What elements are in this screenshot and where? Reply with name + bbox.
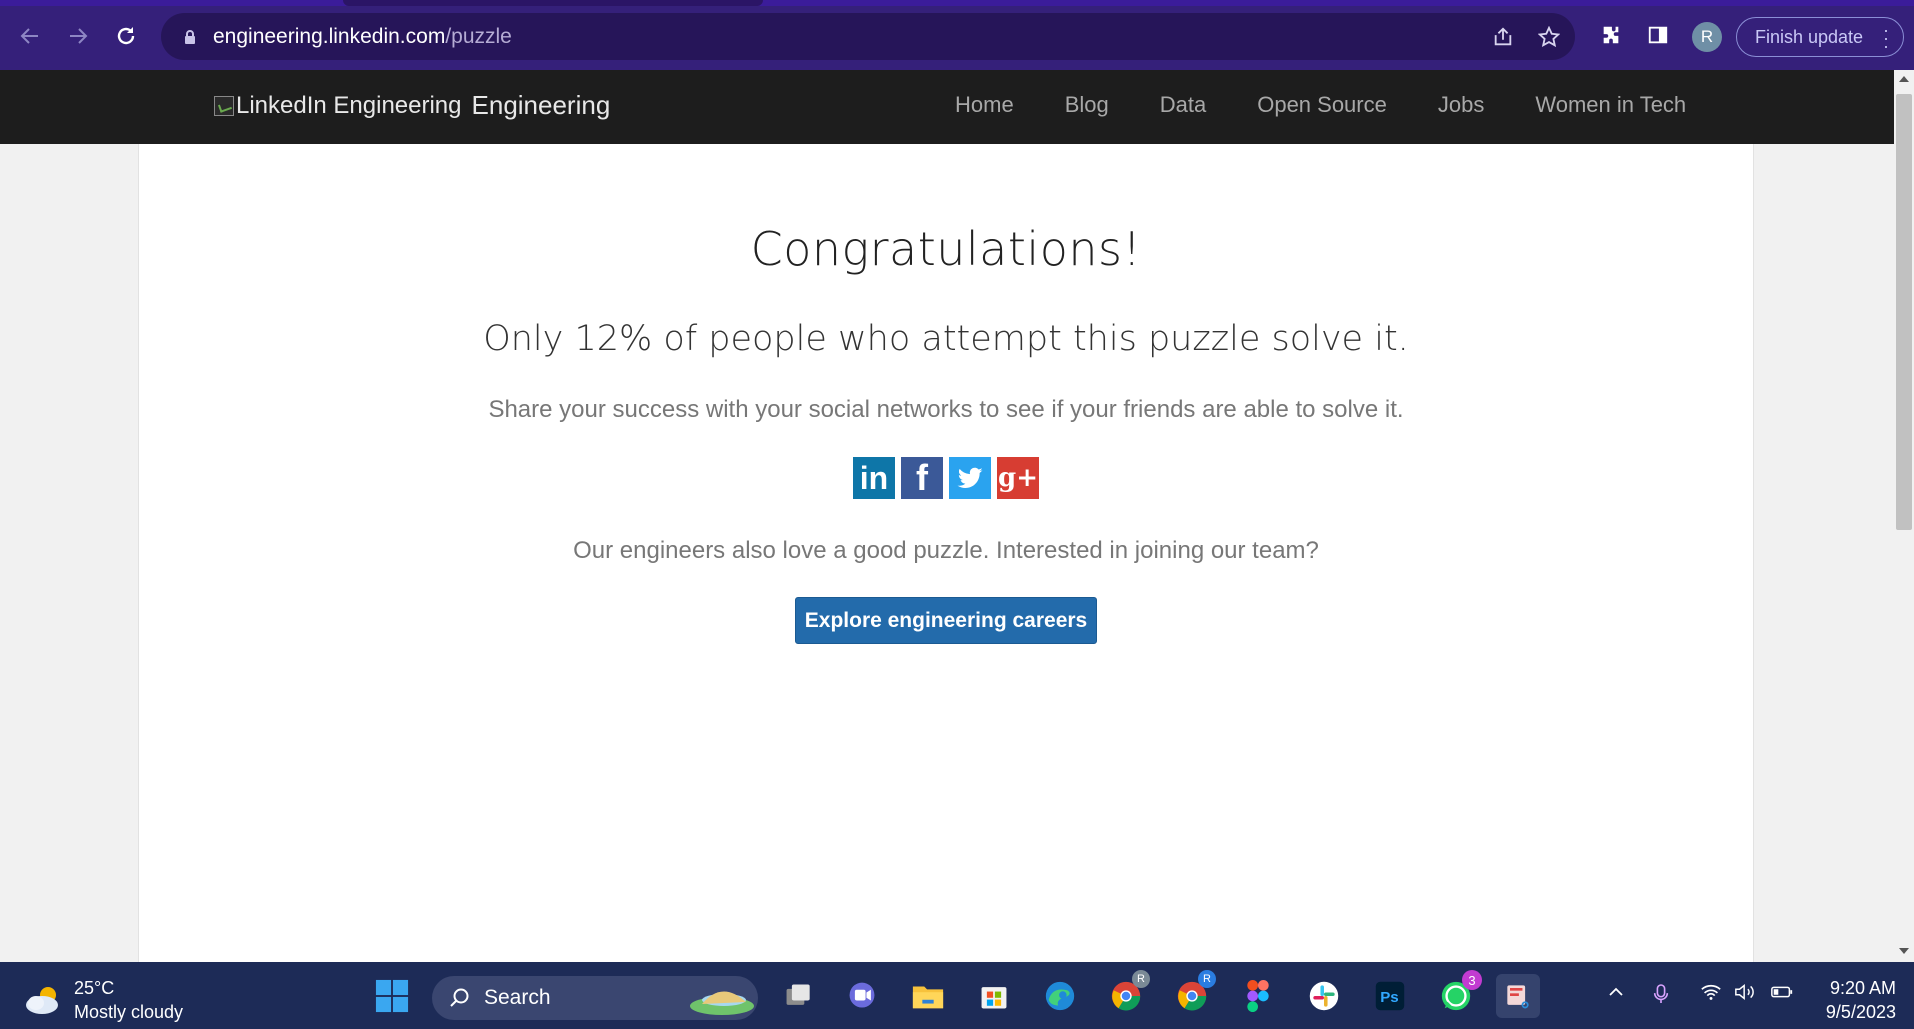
twitter-share-button[interactable] xyxy=(949,457,991,499)
more-vert-icon[interactable]: · · · xyxy=(1883,21,1889,55)
battery-icon[interactable] xyxy=(1770,982,1794,1007)
back-button[interactable] xyxy=(12,18,48,54)
explore-careers-button[interactable]: Explore engineering careers xyxy=(795,597,1097,644)
reload-button[interactable] xyxy=(108,18,144,54)
chrome-profile-2-icon[interactable]: R xyxy=(1170,970,1216,1018)
tab-strip xyxy=(0,0,1914,6)
logo-alt-text: LinkedIn Engineering xyxy=(236,91,462,119)
address-bar[interactable]: engineering.linkedin.com/puzzle xyxy=(161,13,1575,60)
url-text: engineering.linkedin.com/puzzle xyxy=(213,24,512,48)
browser-toolbar: engineering.linkedin.com/puzzle R Finish… xyxy=(0,0,1914,70)
share-icon[interactable] xyxy=(1489,23,1517,51)
twitter-bird-icon xyxy=(957,467,983,488)
task-view-icon[interactable] xyxy=(777,974,821,1018)
broken-image-icon xyxy=(214,95,234,116)
puzzle-result-panel: Congratulations! Only 12% of people who … xyxy=(138,144,1754,962)
nav-home[interactable]: Home xyxy=(955,92,1014,118)
snipping-tool-icon[interactable] xyxy=(1496,974,1540,1018)
windows-taskbar: 25°C Mostly cloudy Search R R Ps 3 9:20 … xyxy=(0,962,1914,1029)
scroll-down-arrow-icon[interactable] xyxy=(1899,948,1909,954)
whatsapp-icon[interactable]: 3 xyxy=(1434,970,1482,1018)
system-clock[interactable]: 9:20 AM 9/5/2023 xyxy=(1826,976,1896,1024)
volume-icon[interactable] xyxy=(1734,982,1758,1007)
site-header: LinkedIn Engineering Engineering Home Bl… xyxy=(0,70,1894,144)
search-icon xyxy=(450,988,469,1007)
svg-text:Ps: Ps xyxy=(1380,989,1398,1006)
careers-prompt: Our engineers also love a good puzzle. I… xyxy=(573,537,1319,564)
edge-browser-icon[interactable] xyxy=(1038,974,1082,1018)
microsoft-store-icon[interactable] xyxy=(972,974,1016,1018)
arrow-left-icon xyxy=(20,28,38,44)
active-tab[interactable] xyxy=(343,0,763,6)
nav-data[interactable]: Data xyxy=(1160,92,1206,118)
forward-button[interactable] xyxy=(60,18,96,54)
googleplus-share-button[interactable]: g+ xyxy=(997,457,1039,499)
clock-date: 9/5/2023 xyxy=(1825,1002,1896,1022)
start-windows-icon[interactable] xyxy=(370,974,414,1018)
linkedin-share-button[interactable]: in xyxy=(853,457,895,499)
scroll-up-arrow-icon[interactable] xyxy=(1899,76,1909,82)
figma-icon[interactable] xyxy=(1236,974,1280,1018)
arrow-right-icon xyxy=(70,28,88,44)
profile-avatar[interactable]: R xyxy=(1692,22,1722,52)
microphone-icon[interactable] xyxy=(1652,982,1670,1011)
weather-widget[interactable]: 25°C Mostly cloudy xyxy=(22,976,183,1024)
site-nav: Home Blog Data Open Source Jobs Women in… xyxy=(955,92,1737,118)
nav-jobs[interactable]: Jobs xyxy=(1438,92,1484,118)
scrollbar-thumb[interactable] xyxy=(1896,94,1912,530)
show-hidden-icons-chevron-up-icon[interactable] xyxy=(1606,982,1626,1007)
clock-time: 9:20 AM xyxy=(1829,978,1896,998)
success-rate-text: Only 12% of people who attempt this puzz… xyxy=(483,319,1409,359)
extensions-icon[interactable] xyxy=(1596,20,1626,50)
nav-open-source[interactable]: Open Source xyxy=(1257,92,1387,118)
finish-update-button[interactable]: Finish update · · · xyxy=(1736,17,1904,57)
page-title: Congratulations! xyxy=(750,222,1142,276)
bookmark-star-icon[interactable] xyxy=(1535,23,1563,51)
lock-icon xyxy=(185,29,195,44)
social-share-buttons: in f g+ xyxy=(853,457,1039,499)
chrome-profile-1-icon[interactable]: R xyxy=(1104,970,1150,1018)
nav-blog[interactable]: Blog xyxy=(1065,92,1109,118)
finish-update-label: Finish update xyxy=(1755,26,1864,47)
chrome-profile-2-badge: R xyxy=(1198,970,1216,988)
taskbar-search[interactable]: Search xyxy=(432,976,758,1020)
search-label: Search xyxy=(484,986,551,1009)
side-panel-icon[interactable] xyxy=(1643,20,1673,50)
weather-temperature: 25°C xyxy=(74,978,115,998)
search-highlight-image xyxy=(690,991,754,1015)
reload-icon xyxy=(117,27,135,45)
facebook-share-button[interactable]: f xyxy=(901,457,943,499)
site-logo[interactable]: LinkedIn Engineering Engineering xyxy=(214,90,610,121)
nav-women-in-tech[interactable]: Women in Tech xyxy=(1535,92,1686,118)
teams-chat-icon[interactable] xyxy=(840,974,884,1018)
googleplus-icon: g+ xyxy=(998,463,1038,493)
chrome-profile-1-badge: R xyxy=(1132,970,1150,988)
page-scrollbar[interactable] xyxy=(1894,70,1914,962)
file-explorer-icon[interactable] xyxy=(906,974,950,1018)
photoshop-icon[interactable]: Ps xyxy=(1368,974,1412,1018)
wifi-icon[interactable] xyxy=(1700,982,1722,1007)
partly-cloudy-icon xyxy=(26,987,58,1014)
whatsapp-badge: 3 xyxy=(1462,970,1482,990)
logo-word: Engineering xyxy=(471,90,611,120)
facebook-icon: f xyxy=(916,457,928,498)
weather-condition: Mostly cloudy xyxy=(74,1002,184,1022)
share-prompt: Share your success with your social netw… xyxy=(488,396,1404,423)
slack-icon[interactable] xyxy=(1302,974,1346,1018)
linkedin-icon: in xyxy=(859,459,889,496)
